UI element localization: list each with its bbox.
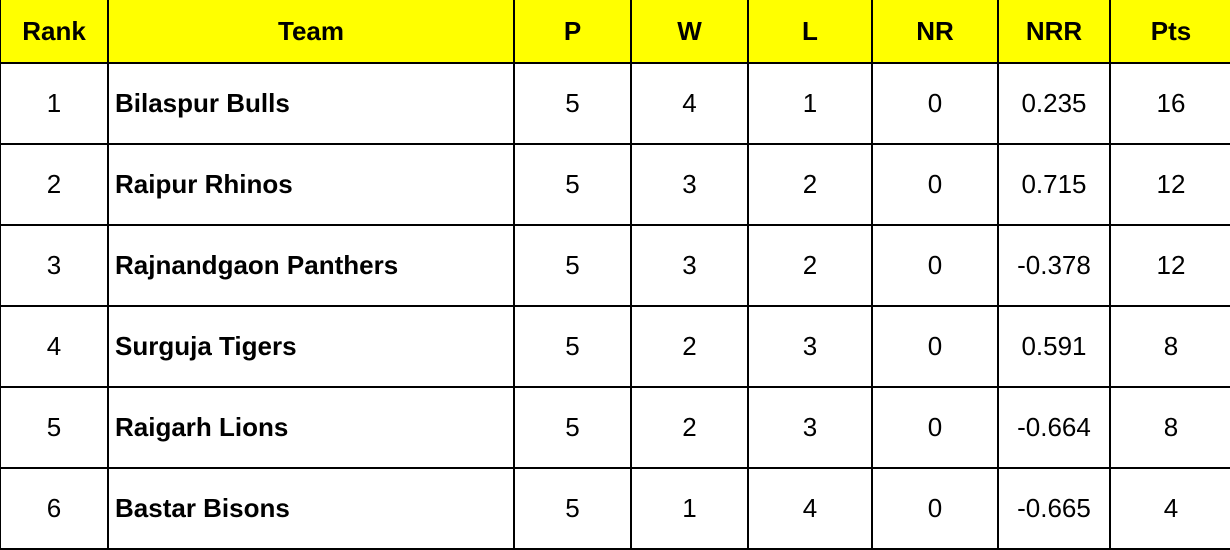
cell-played: 5 [513, 62, 632, 145]
cell-team: Rajnandgaon Panthers [107, 224, 515, 307]
table-row: 6 Bastar Bisons 5 1 4 0 -0.665 4 [0, 467, 1230, 550]
cell-won: 1 [630, 467, 749, 550]
cell-played: 5 [513, 305, 632, 388]
cell-won: 3 [630, 224, 749, 307]
header-lost: L [747, 0, 873, 64]
cell-rank: 2 [0, 143, 109, 226]
header-won: W [630, 0, 749, 64]
cell-team: Bastar Bisons [107, 467, 515, 550]
points-table: Rank Team P W L NR NRR Pts 1 Bilaspur Bu… [0, 0, 1230, 550]
cell-lost: 2 [747, 143, 873, 226]
cell-no-result: 0 [871, 62, 999, 145]
cell-net-run-rate: 0.715 [997, 143, 1111, 226]
cell-points: 16 [1109, 62, 1230, 145]
header-row: Rank Team P W L NR NRR Pts [0, 0, 1230, 64]
cell-played: 5 [513, 386, 632, 469]
cell-won: 2 [630, 305, 749, 388]
cell-net-run-rate: 0.235 [997, 62, 1111, 145]
cell-played: 5 [513, 467, 632, 550]
header-played: P [513, 0, 632, 64]
cell-lost: 1 [747, 62, 873, 145]
cell-no-result: 0 [871, 224, 999, 307]
cell-won: 4 [630, 62, 749, 145]
cell-lost: 2 [747, 224, 873, 307]
cell-points: 12 [1109, 224, 1230, 307]
cell-lost: 3 [747, 386, 873, 469]
cell-team: Raipur Rhinos [107, 143, 515, 226]
cell-rank: 4 [0, 305, 109, 388]
cell-rank: 3 [0, 224, 109, 307]
cell-no-result: 0 [871, 467, 999, 550]
cell-net-run-rate: -0.378 [997, 224, 1111, 307]
cell-won: 2 [630, 386, 749, 469]
table-row: 4 Surguja Tigers 5 2 3 0 0.591 8 [0, 305, 1230, 388]
cell-team: Bilaspur Bulls [107, 62, 515, 145]
table-row: 1 Bilaspur Bulls 5 4 1 0 0.235 16 [0, 62, 1230, 145]
header-net-run-rate: NRR [997, 0, 1111, 64]
header-team: Team [107, 0, 515, 64]
cell-lost: 3 [747, 305, 873, 388]
cell-team: Surguja Tigers [107, 305, 515, 388]
cell-rank: 6 [0, 467, 109, 550]
cell-rank: 5 [0, 386, 109, 469]
cell-net-run-rate: 0.591 [997, 305, 1111, 388]
header-points: Pts [1109, 0, 1230, 64]
cell-no-result: 0 [871, 143, 999, 226]
cell-points: 12 [1109, 143, 1230, 226]
cell-rank: 1 [0, 62, 109, 145]
header-no-result: NR [871, 0, 999, 64]
header-rank: Rank [0, 0, 109, 64]
cell-lost: 4 [747, 467, 873, 550]
cell-points: 4 [1109, 467, 1230, 550]
cell-points: 8 [1109, 386, 1230, 469]
cell-net-run-rate: -0.665 [997, 467, 1111, 550]
cell-net-run-rate: -0.664 [997, 386, 1111, 469]
cell-played: 5 [513, 224, 632, 307]
cell-points: 8 [1109, 305, 1230, 388]
cell-no-result: 0 [871, 386, 999, 469]
table-row: 3 Rajnandgaon Panthers 5 3 2 0 -0.378 12 [0, 224, 1230, 307]
cell-played: 5 [513, 143, 632, 226]
cell-team: Raigarh Lions [107, 386, 515, 469]
table-row: 5 Raigarh Lions 5 2 3 0 -0.664 8 [0, 386, 1230, 469]
cell-won: 3 [630, 143, 749, 226]
table-row: 2 Raipur Rhinos 5 3 2 0 0.715 12 [0, 143, 1230, 226]
cell-no-result: 0 [871, 305, 999, 388]
